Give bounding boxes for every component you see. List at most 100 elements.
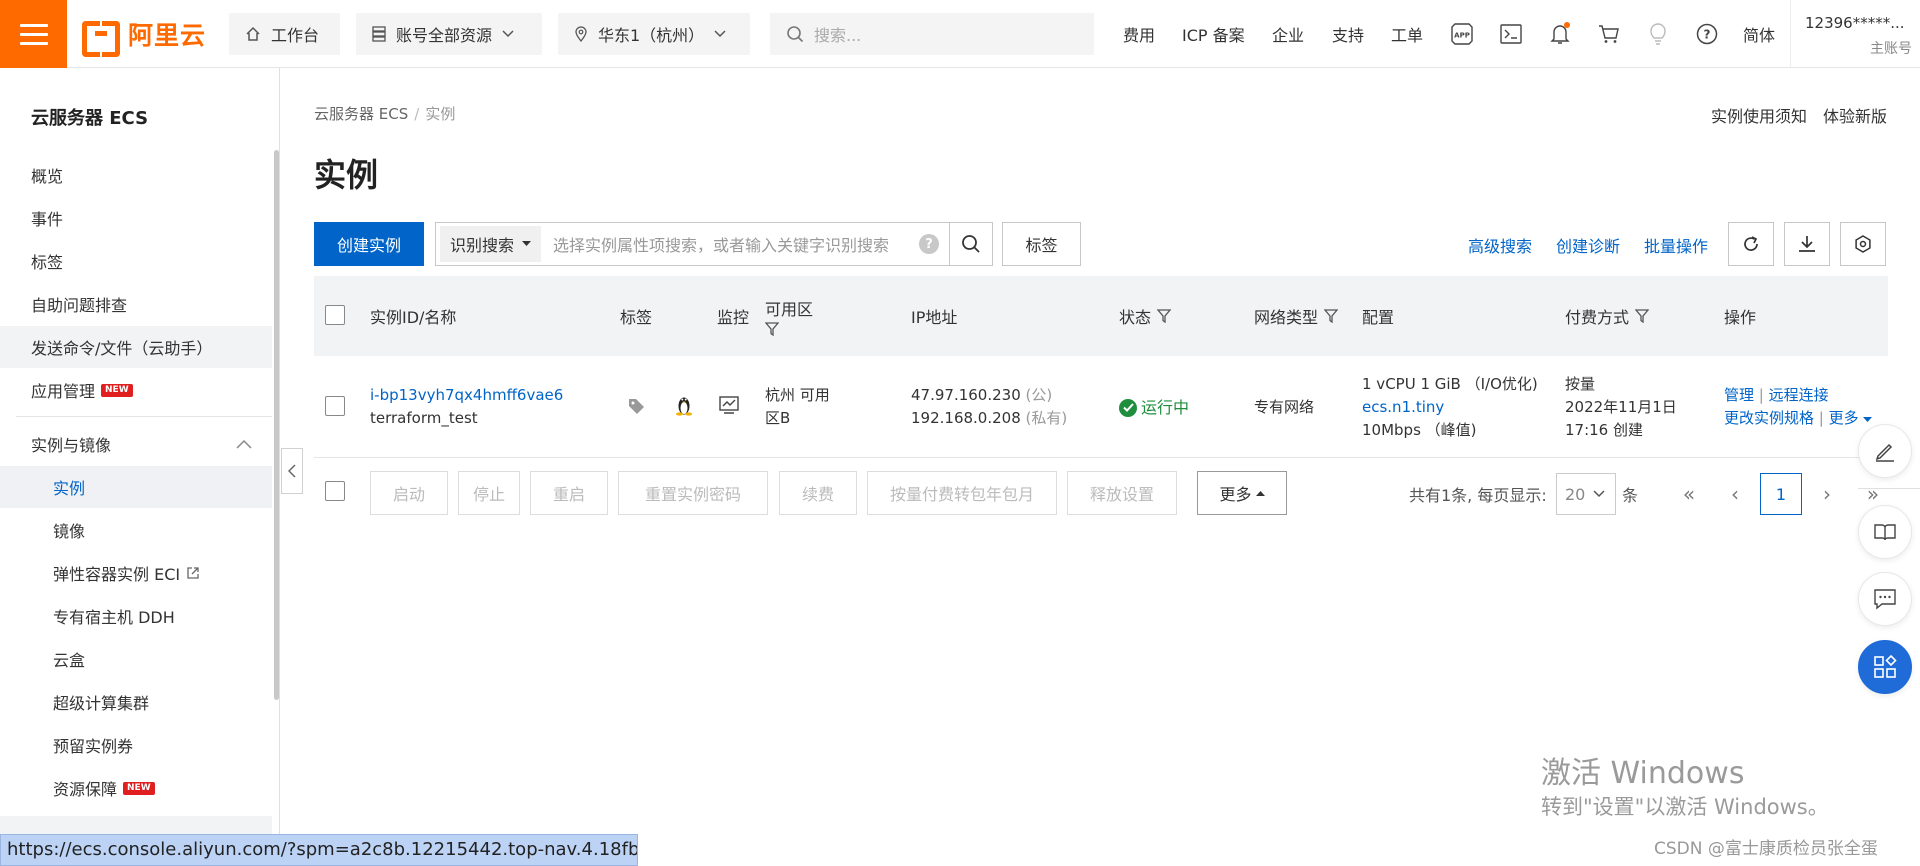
chevron-down-icon: [1593, 490, 1605, 498]
sidebar-item-scc[interactable]: 超级计算集群: [0, 681, 272, 723]
logo-text: 阿里云: [128, 21, 207, 50]
batch-operation-link[interactable]: 批量操作: [1644, 233, 1708, 257]
sidebar-item-cloud-box[interactable]: 云盒: [0, 638, 272, 680]
advanced-search-link[interactable]: 高级搜索: [1468, 233, 1532, 257]
nav-icp[interactable]: ICP 备案: [1182, 0, 1245, 68]
refresh-button[interactable]: [1728, 222, 1774, 266]
svg-text:?: ?: [1704, 28, 1711, 42]
sidebar-item-label: 实例: [53, 479, 86, 498]
settings-button[interactable]: [1840, 222, 1886, 266]
help-icon[interactable]: ?: [1695, 22, 1719, 46]
terminal-icon[interactable]: [1499, 22, 1523, 46]
more-actions-button[interactable]: 更多: [1197, 471, 1287, 515]
next-page-icon[interactable]: ›: [1809, 473, 1845, 515]
instance-id-cell: i-bp13vyh7qx4hmff6vae6 terraform_test: [370, 384, 563, 430]
instance-notice-link[interactable]: 实例使用须知: [1711, 103, 1807, 127]
sidebar-group-instances-images[interactable]: 实例与镜像: [0, 423, 272, 465]
app-icon[interactable]: APP: [1450, 22, 1474, 46]
cart-icon[interactable]: [1597, 22, 1621, 46]
chevron-down-icon: [714, 30, 726, 38]
feedback-float-button[interactable]: [1858, 572, 1912, 626]
prev-page-icon[interactable]: ‹: [1717, 473, 1753, 515]
sidebar-item-cloud-assistant[interactable]: 发送命令/文件（云助手）: [0, 326, 272, 368]
menu-icon[interactable]: [0, 0, 67, 68]
sidebar-item-app-management[interactable]: 应用管理 NEW: [0, 369, 272, 411]
account-menu[interactable]: 12396*****... 主账号: [1790, 0, 1920, 68]
release-settings-button[interactable]: 释放设置: [1067, 471, 1177, 515]
public-ip: 47.97.160.230: [911, 386, 1021, 404]
sidebar-item-eci[interactable]: 弹性容器实例 ECI: [0, 552, 272, 594]
sidebar-item-overview[interactable]: 概览: [0, 154, 272, 196]
remote-connect-link[interactable]: 远程连接: [1769, 386, 1829, 404]
sidebar-scrollbar[interactable]: [274, 150, 279, 700]
sidebar-item-tags[interactable]: 标签: [0, 240, 272, 282]
sidebar-item-label: 超级计算集群: [53, 694, 150, 713]
aliyun-logo[interactable]: 阿里云: [82, 18, 207, 57]
instance-search-box: 识别搜索 选择实例属性项搜索，或者输入关键字识别搜索 ?: [435, 222, 950, 266]
global-search-input[interactable]: 搜索...: [770, 13, 1094, 55]
export-button[interactable]: [1784, 222, 1830, 266]
sidebar-item-ddh[interactable]: 专有宿主机 DDH: [0, 595, 272, 637]
linux-icon: [676, 397, 692, 416]
caret-down-icon: [1863, 417, 1873, 422]
restart-button[interactable]: 重启: [530, 471, 608, 515]
workbench-label: 工作台: [271, 26, 320, 45]
select-all-checkbox[interactable]: [325, 305, 345, 325]
account-id: 12396*****...: [1805, 14, 1905, 32]
instance-name: terraform_test: [370, 409, 478, 427]
region-dropdown[interactable]: 华东1（杭州）: [558, 13, 750, 55]
sidebar-item-events[interactable]: 事件: [0, 197, 272, 239]
tag-filter-button[interactable]: 标签: [1002, 222, 1081, 266]
instance-type-link[interactable]: ecs.n1.tiny: [1362, 396, 1538, 419]
page-number-current[interactable]: 1: [1760, 473, 1802, 515]
apps-float-button[interactable]: [1858, 640, 1912, 694]
sidebar-item-label: 自助问题排查: [31, 296, 128, 315]
nav-fees[interactable]: 费用: [1123, 0, 1155, 68]
sidebar-item-label: 专有宿主机 DDH: [53, 608, 175, 627]
start-button[interactable]: 启动: [370, 471, 448, 515]
stop-button[interactable]: 停止: [458, 471, 520, 515]
instance-id-link[interactable]: i-bp13vyh7qx4hmff6vae6: [370, 384, 563, 407]
row-checkbox[interactable]: [325, 396, 345, 416]
nav-support[interactable]: 支持: [1332, 0, 1364, 68]
monitor-chart-icon[interactable]: [719, 396, 739, 414]
create-diagnosis-link[interactable]: 创建诊断: [1556, 233, 1620, 257]
search-submit-button[interactable]: [949, 222, 993, 266]
filter-icon[interactable]: [1635, 309, 1650, 323]
nav-ticket[interactable]: 工单: [1391, 0, 1423, 68]
bell-icon[interactable]: [1548, 22, 1572, 46]
reset-password-button[interactable]: 重置实例密码: [618, 471, 768, 515]
zone-line: 杭州 可用: [765, 386, 830, 404]
docs-float-button[interactable]: [1858, 505, 1912, 559]
sidebar-item-resource-assurance[interactable]: 资源保障 NEW: [0, 767, 272, 809]
more-ops-link[interactable]: 更多: [1829, 409, 1859, 427]
manage-link[interactable]: 管理: [1724, 386, 1754, 404]
instance-search-input[interactable]: 选择实例属性项搜索，或者输入关键字识别搜索: [541, 232, 919, 256]
home-icon: [246, 26, 260, 41]
page-size-select[interactable]: 20: [1556, 473, 1616, 515]
sidebar-item-troubleshoot[interactable]: 自助问题排查: [0, 283, 272, 325]
language-switch[interactable]: 简体: [1743, 0, 1775, 68]
sidebar-item-reserved-instances[interactable]: 预留实例券: [0, 724, 272, 766]
tag-icon[interactable]: [628, 398, 645, 415]
resources-dropdown[interactable]: 账号全部资源: [356, 13, 542, 55]
first-page-icon[interactable]: «: [1671, 473, 1707, 515]
filter-icon[interactable]: [1324, 309, 1339, 323]
search-help-icon[interactable]: ?: [919, 234, 939, 254]
workbench-button[interactable]: 工作台: [229, 13, 340, 55]
nav-enterprise[interactable]: 企业: [1272, 0, 1304, 68]
bottom-select-all-checkbox[interactable]: [325, 481, 345, 501]
bulb-icon[interactable]: [1646, 22, 1670, 46]
filter-icon[interactable]: [1157, 309, 1172, 323]
sidebar-item-instances[interactable]: 实例: [0, 466, 272, 508]
breadcrumb-root[interactable]: 云服务器 ECS: [314, 105, 408, 123]
edit-float-button[interactable]: [1858, 424, 1912, 478]
filter-icon[interactable]: [765, 322, 779, 336]
convert-billing-button[interactable]: 按量付费转包年包月: [867, 471, 1057, 515]
sidebar-item-images[interactable]: 镜像: [0, 509, 272, 551]
change-spec-link[interactable]: 更改实例规格: [1724, 409, 1814, 427]
try-new-version-link[interactable]: 体验新版: [1823, 103, 1887, 127]
create-instance-button[interactable]: 创建实例: [314, 222, 424, 266]
renew-button[interactable]: 续费: [779, 471, 857, 515]
search-type-dropdown[interactable]: 识别搜索: [440, 226, 542, 262]
